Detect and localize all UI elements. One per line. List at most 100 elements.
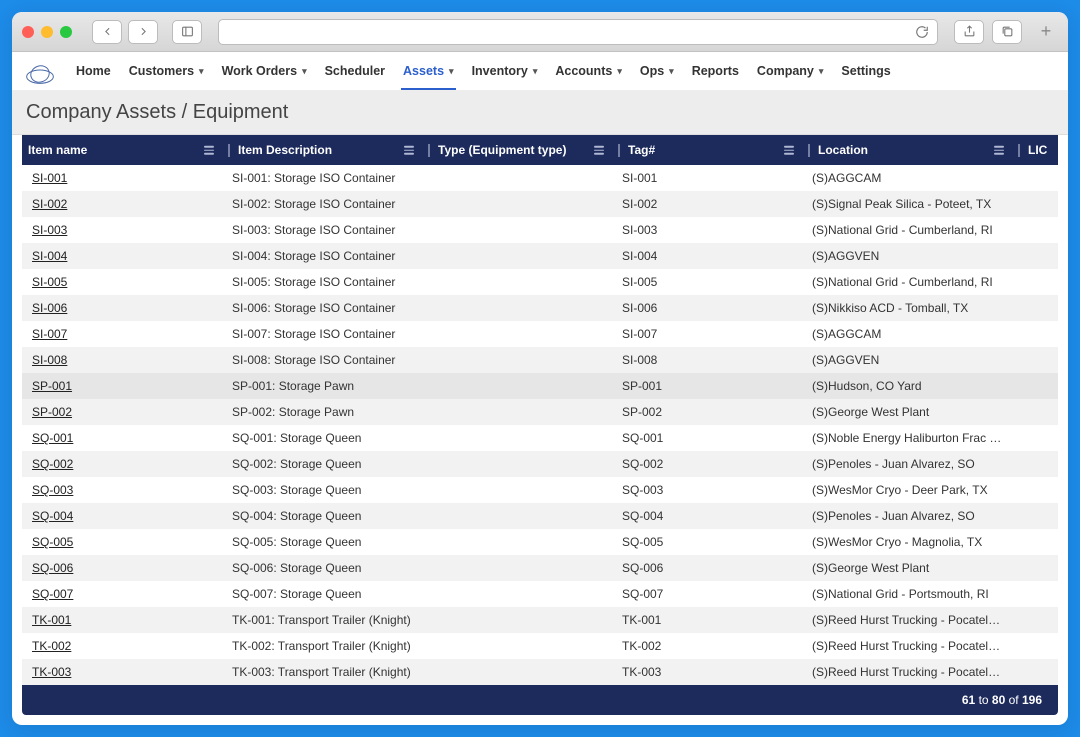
- table-row[interactable]: SI-004SI-004: Storage ISO ContainerSI-00…: [22, 243, 1058, 269]
- cell-item-description: SI-007: Storage ISO Container: [222, 321, 422, 347]
- cell-lic: [1012, 477, 1058, 503]
- cell-item-description: SI-005: Storage ISO Container: [222, 269, 422, 295]
- address-bar[interactable]: [218, 19, 938, 45]
- cell-type: [422, 659, 612, 685]
- cell-item-name[interactable]: SI-007: [22, 321, 222, 347]
- nav-reports[interactable]: Reports: [690, 58, 741, 90]
- nav-inventory[interactable]: Inventory▾: [470, 58, 540, 90]
- cell-location: (S)Penoles - Juan Alvarez, SO: [802, 451, 1012, 477]
- cell-lic: [1012, 217, 1058, 243]
- cell-location: (S)WesMor Cryo - Magnolia, TX: [802, 529, 1012, 555]
- tabs-button[interactable]: [992, 20, 1022, 44]
- share-button[interactable]: [954, 20, 984, 44]
- cell-item-name[interactable]: SQ-002: [22, 451, 222, 477]
- table-row[interactable]: SQ-007SQ-007: Storage QueenSQ-007(S)Nati…: [22, 581, 1058, 607]
- cell-location: (S)George West Plant: [802, 399, 1012, 425]
- cell-item-name[interactable]: SI-005: [22, 269, 222, 295]
- table-row[interactable]: SI-005SI-005: Storage ISO ContainerSI-00…: [22, 269, 1058, 295]
- cell-item-name[interactable]: SQ-001: [22, 425, 222, 451]
- table-row[interactable]: SI-007SI-007: Storage ISO ContainerSI-00…: [22, 321, 1058, 347]
- minimize-window-button[interactable]: [41, 26, 53, 38]
- cell-item-description: SQ-001: Storage Queen: [222, 425, 422, 451]
- cell-type: [422, 295, 612, 321]
- table-row[interactable]: TK-003TK-003: Transport Trailer (Knight)…: [22, 659, 1058, 685]
- nav-work-orders[interactable]: Work Orders▾: [220, 58, 309, 90]
- cell-item-name[interactable]: SQ-003: [22, 477, 222, 503]
- cell-item-name[interactable]: TK-002: [22, 633, 222, 659]
- cell-type: [422, 269, 612, 295]
- table-row[interactable]: SQ-004SQ-004: Storage QueenSQ-004(S)Peno…: [22, 503, 1058, 529]
- maximize-window-button[interactable]: [60, 26, 72, 38]
- cell-item-name[interactable]: SQ-007: [22, 581, 222, 607]
- table-row[interactable]: SP-002SP-002: Storage PawnSP-002(S)Georg…: [22, 399, 1058, 425]
- cell-tag: TK-001: [612, 607, 802, 633]
- table-row[interactable]: SI-008SI-008: Storage ISO ContainerSI-00…: [22, 347, 1058, 373]
- nav-settings[interactable]: Settings: [839, 58, 892, 90]
- nav-label: Company: [757, 64, 814, 78]
- cell-lic: [1012, 659, 1058, 685]
- cell-item-description: SQ-002: Storage Queen: [222, 451, 422, 477]
- cell-item-name[interactable]: SP-002: [22, 399, 222, 425]
- nav-company[interactable]: Company▾: [755, 58, 825, 90]
- column-menu-icon[interactable]: [204, 146, 214, 155]
- table-row[interactable]: SI-002SI-002: Storage ISO ContainerSI-00…: [22, 191, 1058, 217]
- forward-button[interactable]: [128, 20, 158, 44]
- close-window-button[interactable]: [22, 26, 34, 38]
- column-menu-icon[interactable]: [594, 146, 604, 155]
- reload-button[interactable]: [915, 25, 929, 39]
- sidebar-toggle-button[interactable]: [172, 20, 202, 44]
- table-row[interactable]: SQ-002SQ-002: Storage QueenSQ-002(S)Peno…: [22, 451, 1058, 477]
- nav-scheduler[interactable]: Scheduler: [323, 58, 387, 90]
- cell-item-name[interactable]: SI-004: [22, 243, 222, 269]
- table-row[interactable]: SI-003SI-003: Storage ISO ContainerSI-00…: [22, 217, 1058, 243]
- nav-label: Settings: [841, 64, 890, 78]
- table-row[interactable]: SI-006SI-006: Storage ISO ContainerSI-00…: [22, 295, 1058, 321]
- share-icon: [963, 25, 976, 38]
- table-row[interactable]: TK-001TK-001: Transport Trailer (Knight)…: [22, 607, 1058, 633]
- back-button[interactable]: [92, 20, 122, 44]
- app-logo[interactable]: [24, 61, 56, 87]
- table-row[interactable]: SQ-003SQ-003: Storage QueenSQ-003(S)WesM…: [22, 477, 1058, 503]
- nav-label: Customers: [129, 64, 194, 78]
- cell-item-name[interactable]: TK-003: [22, 659, 222, 685]
- cell-item-name[interactable]: TK-001: [22, 607, 222, 633]
- cell-item-name[interactable]: SQ-005: [22, 529, 222, 555]
- table-row[interactable]: SQ-001SQ-001: Storage QueenSQ-001(S)Nobl…: [22, 425, 1058, 451]
- chevron-down-icon: ▾: [533, 66, 538, 77]
- table-row[interactable]: SQ-005SQ-005: Storage QueenSQ-005(S)WesM…: [22, 529, 1058, 555]
- cell-item-name[interactable]: SI-008: [22, 347, 222, 373]
- cell-location: (S)Reed Hurst Trucking - Pocatello, ID: [802, 659, 1012, 685]
- nav-ops[interactable]: Ops▾: [638, 58, 676, 90]
- nav-home[interactable]: Home: [74, 58, 113, 90]
- table-row[interactable]: TK-002TK-002: Transport Trailer (Knight)…: [22, 633, 1058, 659]
- cell-item-name[interactable]: SI-006: [22, 295, 222, 321]
- col-lic[interactable]: LIC: [1012, 135, 1058, 165]
- col-item-name[interactable]: Item name: [22, 135, 222, 165]
- new-tab-button[interactable]: +: [1034, 12, 1058, 52]
- cell-type: [422, 633, 612, 659]
- nav-assets[interactable]: Assets▾: [401, 58, 456, 90]
- cell-item-name[interactable]: SQ-004: [22, 503, 222, 529]
- table-row[interactable]: SP-001SP-001: Storage PawnSP-001(S)Hudso…: [22, 373, 1058, 399]
- nav-label: Reports: [692, 64, 739, 78]
- col-type[interactable]: Type (Equipment type): [422, 135, 612, 165]
- cell-item-name[interactable]: SI-003: [22, 217, 222, 243]
- nav-accounts[interactable]: Accounts▾: [553, 58, 623, 90]
- cell-item-name[interactable]: SP-001: [22, 373, 222, 399]
- nav-customers[interactable]: Customers▾: [127, 58, 206, 90]
- titlebar: +: [12, 12, 1068, 52]
- cell-item-name[interactable]: SQ-006: [22, 555, 222, 581]
- column-menu-icon[interactable]: [404, 146, 414, 155]
- col-location[interactable]: Location: [802, 135, 1012, 165]
- col-tag[interactable]: Tag#: [612, 135, 802, 165]
- cell-item-name[interactable]: SI-002: [22, 191, 222, 217]
- column-menu-icon[interactable]: [994, 146, 1004, 155]
- table-row[interactable]: SI-001SI-001: Storage ISO ContainerSI-00…: [22, 165, 1058, 191]
- cell-tag: SQ-005: [612, 529, 802, 555]
- col-item-description[interactable]: Item Description: [222, 135, 422, 165]
- nav-label: Assets: [403, 64, 444, 78]
- table-row[interactable]: SQ-006SQ-006: Storage QueenSQ-006(S)Geor…: [22, 555, 1058, 581]
- column-menu-icon[interactable]: [784, 146, 794, 155]
- cell-item-name[interactable]: SI-001: [22, 165, 222, 191]
- cell-tag: SQ-003: [612, 477, 802, 503]
